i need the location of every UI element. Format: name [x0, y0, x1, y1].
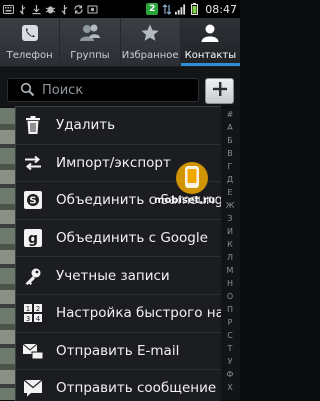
- clock: 08:47: [205, 2, 237, 16]
- add-contact-button[interactable]: [205, 78, 234, 104]
- tab-groups[interactable]: Группы: [60, 18, 121, 66]
- tab-contacts[interactable]: Контакты: [180, 18, 241, 66]
- index-letter[interactable]: #: [227, 108, 234, 121]
- speed-dial-icon: 1234: [22, 302, 44, 324]
- tab-phone-label: Телефон: [6, 50, 53, 61]
- svg-text:3: 3: [26, 315, 30, 323]
- alphabet-index[interactable]: # А Б В Г Д Е Ж З И К Л М Н О П Р С Т У Ф Х: [220, 108, 240, 400]
- svg-text:S: S: [29, 196, 36, 207]
- signal-icon: [175, 3, 186, 15]
- index-letter[interactable]: О: [227, 290, 233, 303]
- index-letter[interactable]: Г: [228, 160, 233, 173]
- menu-item-label: Учетные записи: [56, 267, 170, 284]
- index-letter[interactable]: Р: [228, 316, 233, 329]
- svg-text:4: 4: [36, 315, 41, 323]
- trash-icon: [22, 114, 44, 136]
- menu-item-speed-dial[interactable]: 1234 Настройка быстрого набора: [16, 295, 221, 333]
- person-icon: [200, 23, 220, 47]
- index-letter[interactable]: Н: [227, 277, 233, 290]
- options-menu: Удалить Импорт/экспорт S Объединить с Sa…: [15, 106, 221, 401]
- tab-phone[interactable]: Телефон: [0, 18, 61, 66]
- index-letter[interactable]: В: [227, 147, 233, 160]
- menu-item-delete[interactable]: Удалить: [16, 107, 221, 145]
- menu-item-merge-google[interactable]: g Объединить с Google: [16, 220, 221, 258]
- tab-favorites[interactable]: Избранное: [121, 18, 181, 66]
- index-letter[interactable]: К: [227, 238, 233, 251]
- data-arrows-icon: [161, 3, 172, 15]
- menu-item-label: Отправить E-mail: [56, 342, 180, 359]
- menu-item-accounts[interactable]: Учетные записи: [16, 257, 221, 295]
- index-letter[interactable]: М: [227, 264, 234, 277]
- svg-text:1: 1: [26, 305, 30, 313]
- search-row: [0, 67, 240, 107]
- index-letter[interactable]: З: [227, 212, 232, 225]
- menu-item-send-message[interactable]: Отправить сообщение: [16, 370, 221, 401]
- phone-icon: [20, 23, 40, 47]
- menu-item-label: Удалить: [56, 117, 116, 134]
- index-letter[interactable]: Х: [227, 381, 232, 394]
- menu-item-label: Настройка быстрого набора: [56, 305, 221, 322]
- usb-icon: [17, 4, 28, 15]
- index-letter[interactable]: Ф: [227, 368, 234, 381]
- bug-icon: [45, 4, 56, 15]
- watermark: mobiset.ru: [154, 158, 224, 212]
- index-letter[interactable]: Б: [227, 134, 233, 147]
- index-letter[interactable]: У: [228, 355, 233, 368]
- notification-count-badge: 2: [146, 3, 159, 15]
- index-letter[interactable]: Л: [227, 251, 233, 264]
- search-box[interactable]: [7, 78, 199, 102]
- index-letter[interactable]: Т: [228, 342, 233, 355]
- import-export-icon: [22, 152, 44, 174]
- index-letter[interactable]: Ж: [226, 199, 235, 212]
- samsung-merge-icon: S: [22, 189, 44, 211]
- tab-bar: Телефон Группы Избранное Контакты: [0, 18, 241, 67]
- menu-item-label: Объединить с Google: [56, 230, 208, 247]
- index-letter[interactable]: С: [227, 329, 233, 342]
- sync-icon: [73, 4, 84, 15]
- search-input[interactable]: [42, 79, 192, 101]
- index-letter[interactable]: Д: [227, 173, 233, 186]
- google-merge-icon: g: [22, 227, 44, 249]
- svg-text:2: 2: [36, 305, 40, 313]
- tab-favorites-label: Избранное: [121, 50, 179, 61]
- search-icon: [20, 82, 35, 101]
- contact-avatars-strip: [0, 108, 16, 400]
- download-icon: [31, 4, 42, 15]
- screenshot-icon: [87, 4, 98, 15]
- index-letter[interactable]: П: [227, 303, 233, 316]
- index-letter[interactable]: И: [227, 225, 233, 238]
- email-icon: [22, 340, 44, 362]
- watermark-text: mobiset.ru: [154, 195, 216, 206]
- index-letter[interactable]: А: [227, 121, 232, 134]
- message-icon: [22, 377, 44, 399]
- index-letter[interactable]: Е: [227, 186, 232, 199]
- tab-contacts-label: Контакты: [184, 50, 237, 61]
- keyboard-icon: [3, 4, 14, 15]
- star-icon: [140, 23, 160, 47]
- key-icon: [22, 265, 44, 287]
- menu-item-send-email[interactable]: Отправить E-mail: [16, 333, 221, 371]
- plus-icon: [212, 81, 228, 101]
- usb-icon-2: [59, 4, 70, 15]
- status-bar: 2 08:47: [0, 0, 240, 18]
- svg-text:g: g: [28, 231, 38, 247]
- tab-groups-label: Группы: [70, 50, 110, 61]
- menu-item-label: Отправить сообщение: [56, 380, 217, 397]
- battery-icon: [189, 3, 200, 15]
- group-icon: [78, 23, 102, 47]
